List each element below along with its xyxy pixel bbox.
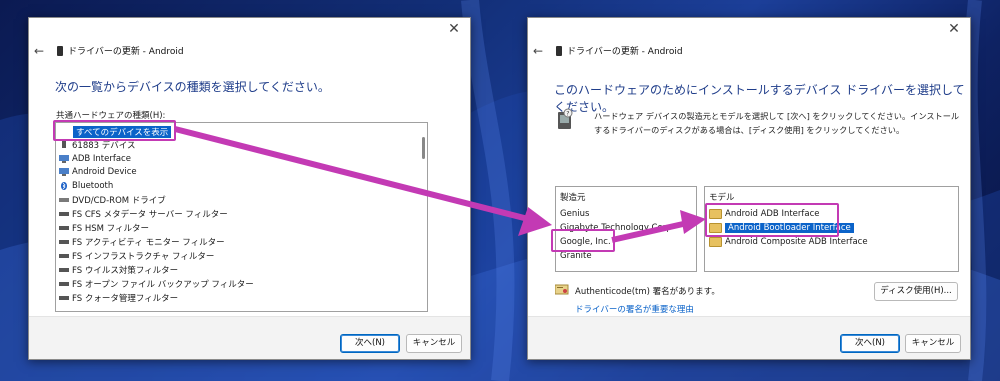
arrow-head-icon	[518, 207, 552, 236]
arrow-to-bootloader	[611, 219, 693, 243]
arrow-to-google	[174, 126, 541, 225]
arrow-head-icon	[680, 210, 706, 234]
annotation-arrows	[174, 126, 706, 243]
